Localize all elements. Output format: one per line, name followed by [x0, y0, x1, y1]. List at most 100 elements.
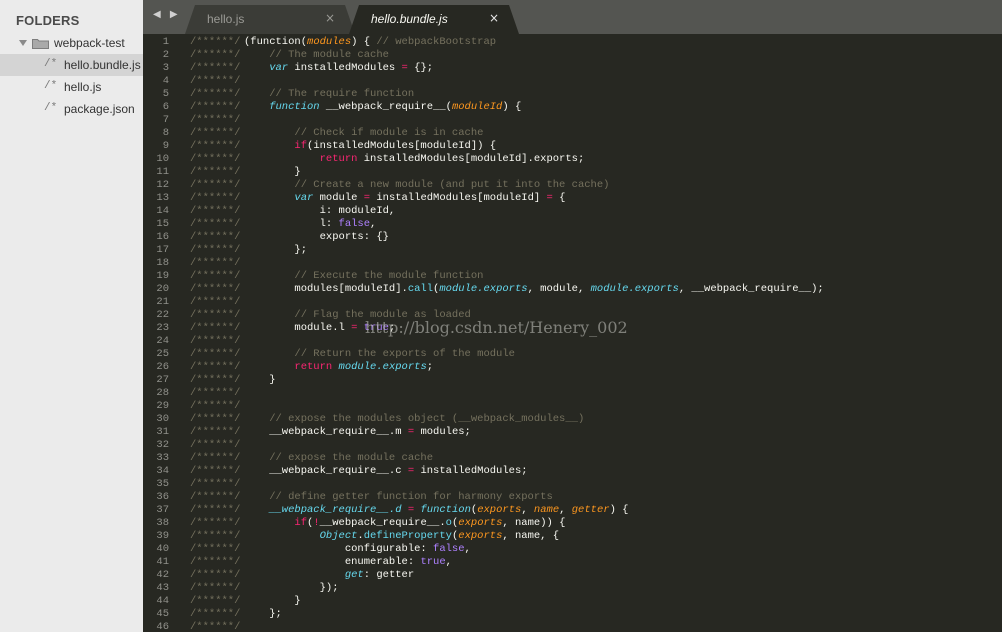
- code-line[interactable]: 27 /******/ }: [143, 374, 1002, 387]
- code-token: function: [420, 504, 471, 516]
- code-token: {: [552, 192, 566, 204]
- code-line[interactable]: 2 /******/ // The module cache: [143, 49, 1002, 62]
- file-item[interactable]: /* package.json: [0, 98, 143, 120]
- file-label: hello.js: [64, 80, 102, 94]
- code-line[interactable]: 11 /******/ }: [143, 166, 1002, 179]
- code-token: Object: [244, 530, 358, 542]
- code-text: });: [244, 582, 339, 595]
- gutter-comment: /******/: [190, 62, 241, 74]
- code-token: get: [244, 569, 364, 581]
- code-token: modules;: [414, 426, 471, 438]
- code-line[interactable]: 6 /******/ function __webpack_require__(m…: [143, 101, 1002, 114]
- code-line[interactable]: 12 /******/ // Create a new module (and p…: [143, 179, 1002, 192]
- code-text: // expose the module cache: [244, 452, 433, 465]
- line-number: 36: [156, 491, 169, 503]
- gutter-comment: /******/: [190, 127, 241, 139]
- gutter-comment: /******/: [190, 543, 241, 555]
- code-line[interactable]: 10 /******/ return installedModules[modul…: [143, 153, 1002, 166]
- close-icon[interactable]: ×: [489, 11, 499, 25]
- code-line[interactable]: 26 /******/ return module.exports;: [143, 361, 1002, 374]
- folder-webpack-test[interactable]: webpack-test: [0, 32, 143, 54]
- code-line[interactable]: 19 /******/ // Execute the module functio…: [143, 270, 1002, 283]
- gutter-comment: /******/: [190, 218, 241, 230]
- file-item[interactable]: /* hello.js: [0, 76, 143, 98]
- code-token: false: [338, 218, 371, 230]
- gutter-comment: /******/: [190, 205, 241, 217]
- code-line[interactable]: 34 /******/ __webpack_require__.c = insta…: [143, 465, 1002, 478]
- code-line[interactable]: 18 /******/: [143, 257, 1002, 270]
- line-number: 13: [156, 192, 169, 204]
- code-line[interactable]: 32 /******/: [143, 439, 1002, 452]
- code-line[interactable]: 21 /******/: [143, 296, 1002, 309]
- code-token: ,: [559, 504, 572, 516]
- code-line[interactable]: 33 /******/ // expose the module cache: [143, 452, 1002, 465]
- line-number: 45: [156, 608, 169, 620]
- close-icon[interactable]: ×: [325, 11, 335, 25]
- gutter-comment: /******/: [190, 179, 241, 191]
- code-line[interactable]: 35 /******/: [143, 478, 1002, 491]
- code-line[interactable]: 41 /******/ enumerable: true,: [143, 556, 1002, 569]
- line-number: 30: [156, 413, 169, 425]
- code-line[interactable]: 17 /******/ };: [143, 244, 1002, 257]
- code-line[interactable]: 43 /******/ });: [143, 582, 1002, 595]
- code-token: , module,: [527, 283, 591, 295]
- code-line[interactable]: 46 /******/: [143, 621, 1002, 632]
- code-line[interactable]: 39 /******/ Object.defineProperty(exports…: [143, 530, 1002, 543]
- code-line[interactable]: 14 /******/ i: moduleId,: [143, 205, 1002, 218]
- code-line[interactable]: 36 /******/ // define getter function for…: [143, 491, 1002, 504]
- code-line[interactable]: 25 /******/ // Return the exports of the …: [143, 348, 1002, 361]
- code-line[interactable]: 13 /******/ var module = installedModules…: [143, 192, 1002, 205]
- code-token: (installedModules[moduleId]) {: [307, 140, 497, 152]
- code-text: var module = installedModules[moduleId] …: [244, 192, 565, 205]
- gutter-comment: /******/: [190, 400, 241, 412]
- gutter-comment: /******/: [190, 153, 241, 165]
- code-line[interactable]: 45 /******/ };: [143, 608, 1002, 621]
- tab-hello-js[interactable]: hello.js ×: [185, 5, 355, 34]
- code-line[interactable]: 16 /******/ exports: {}: [143, 231, 1002, 244]
- code-line[interactable]: 37 /******/ __webpack_require__.d = funct…: [143, 504, 1002, 517]
- code-token: // webpackBootstrap: [376, 36, 497, 48]
- tab-nav-arrows-icon[interactable]: ◀ ▶: [153, 9, 181, 20]
- line-number: 9: [162, 140, 169, 152]
- gutter-comment: /******/: [190, 530, 241, 542]
- line-number: 32: [156, 439, 169, 451]
- line-number: 38: [156, 517, 169, 529]
- tab-hello-bundle-js[interactable]: hello.bundle.js ×: [349, 5, 519, 34]
- file-icon: /*: [44, 58, 58, 70]
- line-number: 25: [156, 348, 169, 360]
- code-editor[interactable]: 1/******/(function(modules) { // webpack…: [143, 34, 1002, 632]
- code-line[interactable]: 31 /******/ __webpack_require__.m = modul…: [143, 426, 1002, 439]
- code-token: moduleId: [451, 101, 503, 113]
- code-line[interactable]: 29 /******/: [143, 400, 1002, 413]
- code-line[interactable]: 4 /******/: [143, 75, 1002, 88]
- code-line[interactable]: 9 /******/ if(installedModules[moduleId])…: [143, 140, 1002, 153]
- code-token: ,: [370, 218, 377, 230]
- file-label: package.json: [64, 102, 135, 116]
- code-line[interactable]: 38 /******/ if(!__webpack_require__.o(exp…: [143, 517, 1002, 530]
- gutter-comment: /******/: [190, 556, 241, 568]
- disclosure-arrow-icon[interactable]: [19, 40, 27, 46]
- code-line[interactable]: 28 /******/: [143, 387, 1002, 400]
- gutter-comment: /******/: [190, 140, 241, 152]
- code-line[interactable]: 7 /******/: [143, 114, 1002, 127]
- line-number: 8: [162, 127, 169, 139]
- code-line[interactable]: 44 /******/ }: [143, 595, 1002, 608]
- code-line[interactable]: 30 /******/ // expose the modules object …: [143, 413, 1002, 426]
- code-line[interactable]: 40 /******/ configurable: false,: [143, 543, 1002, 556]
- file-item[interactable]: /* hello.bundle.js: [0, 54, 143, 76]
- code-line[interactable]: 15 /******/ l: false,: [143, 218, 1002, 231]
- line-number: 11: [156, 166, 169, 178]
- code-token: modules: [307, 36, 352, 48]
- code-line[interactable]: 20 /******/ modules[moduleId].call(module…: [143, 283, 1002, 296]
- code-token: ) {: [502, 101, 522, 113]
- code-line[interactable]: 5 /******/ // The require function: [143, 88, 1002, 101]
- code-line[interactable]: 8 /******/ // Check if module is in cache: [143, 127, 1002, 140]
- code-token: // expose the modules object (__webpack_…: [244, 413, 585, 425]
- code-line[interactable]: 3 /******/ var installedModules = {};: [143, 62, 1002, 75]
- code-token: // Check if module is in cache: [244, 127, 484, 139]
- tab-title: hello.js: [207, 12, 245, 26]
- gutter-comment: /******/: [190, 478, 241, 490]
- code-line[interactable]: 1 /******/(function(modules) { // webpack…: [143, 36, 1002, 49]
- line-number: 31: [156, 426, 169, 438]
- code-line[interactable]: 42 /******/ get: getter: [143, 569, 1002, 582]
